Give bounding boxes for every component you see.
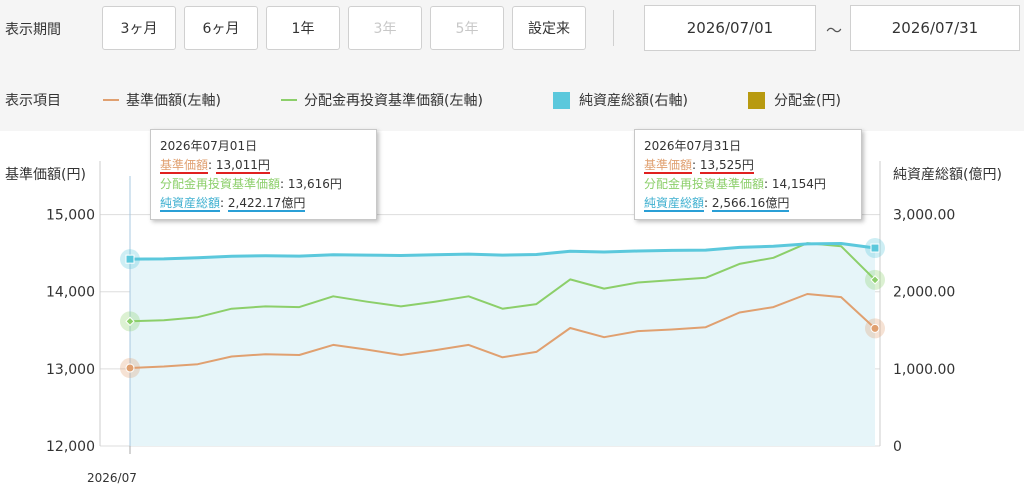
y-tick-label-left: 15,000 [46,208,95,224]
tooltip-value-nav: 13,525円 [699,158,754,174]
tooltip-value-nav: 13,011円 [215,158,270,174]
point-marker [870,323,880,333]
tooltip-end-date: 2026年07月31日 基準価額: 13,525円 分配金再投資基準価額: 14… [634,129,862,220]
tooltip-start-date: 2026年07月01日 基準価額: 13,011円 分配金再投資基準価額: 13… [150,129,377,220]
tooltip-sep: : [692,158,700,172]
tooltip-date: 2026年07月31日 [644,139,742,153]
date-to-field[interactable]: 2026/07/31 [850,5,1020,51]
y-tick-label-right: 2,000.00 [893,285,955,301]
square-swatch-icon [748,91,765,109]
tooltip-sep: : [280,177,288,191]
tooltip-sep: : [208,158,216,172]
legend-item-net-assets[interactable]: 純資産総額(右軸) [553,90,688,110]
divider [613,10,614,46]
tooltip-label-nav: 基準価額 [160,158,209,174]
square-swatch-icon [553,91,570,109]
date-range-separator: ～ [826,21,843,40]
date-from-field[interactable]: 2026/07/01 [644,5,816,51]
y-tick-label-right: 0 [893,439,902,455]
line-swatch-icon [103,99,119,101]
tooltip-value-reinvested-nav: 14,154円 [771,177,826,191]
legend-label: 分配金(円) [774,93,841,109]
y-tick-label-right: 1,000.00 [893,362,955,378]
legend-item-distribution[interactable]: 分配金(円) [748,90,841,110]
legend-label: 分配金再投資基準価額(左軸) [304,93,483,109]
y-tick-label-left: 13,000 [46,362,95,378]
period-6m-button[interactable]: 6ヶ月 [184,6,258,50]
period-since-inception-button[interactable]: 設定来 [512,6,586,50]
point-marker [125,363,135,373]
tooltip-label-nav: 基準価額 [644,158,693,174]
period-3y-button: 3年 [348,6,422,50]
x-tick-label: 2026/07 [87,471,137,485]
tooltip-date: 2026年07月01日 [160,139,258,153]
period-1y-button[interactable]: 1年 [266,6,340,50]
tooltip-sep: : [764,177,772,191]
y-axis-title-left: 基準価額(円) [5,166,86,183]
y-tick-label-left: 12,000 [46,439,95,455]
point-marker [870,243,880,253]
legend-item-nav[interactable]: 基準価額(左軸) [103,90,221,110]
legend-item-reinvested-nav[interactable]: 分配金再投資基準価額(左軸) [281,90,483,110]
tooltip-label-reinvested-nav: 分配金再投資基準価額 [160,177,281,191]
line-swatch-icon [281,99,297,101]
legend-label: 基準価額(左軸) [126,93,221,109]
tooltip-value-net-assets: 2,422.17億円 [227,196,306,212]
y-tick-label-right: 3,000.00 [893,208,955,224]
tooltip-label-reinvested-nav: 分配金再投資基準価額 [644,177,765,191]
legend-label: 純資産総額(右軸) [579,93,688,109]
tooltip-value-net-assets: 2,566.16億円 [711,196,790,212]
net-assets-area [130,243,875,446]
tooltip-sep: : [704,196,712,210]
point-marker [125,254,135,264]
tooltip-label-net-assets: 純資産総額 [160,196,221,212]
tooltip-value-reinvested-nav: 13,616円 [287,177,342,191]
display-items-label: 表示項目 [5,93,61,109]
period-3m-button[interactable]: 3ヶ月 [102,6,176,50]
tooltip-label-net-assets: 純資産総額 [644,196,705,212]
period-label: 表示期間 [5,22,61,38]
period-5y-button: 5年 [430,6,504,50]
y-tick-label-left: 14,000 [46,285,95,301]
tooltip-sep: : [220,196,228,210]
y-axis-title-right: 純資産総額(億円) [893,167,1002,183]
